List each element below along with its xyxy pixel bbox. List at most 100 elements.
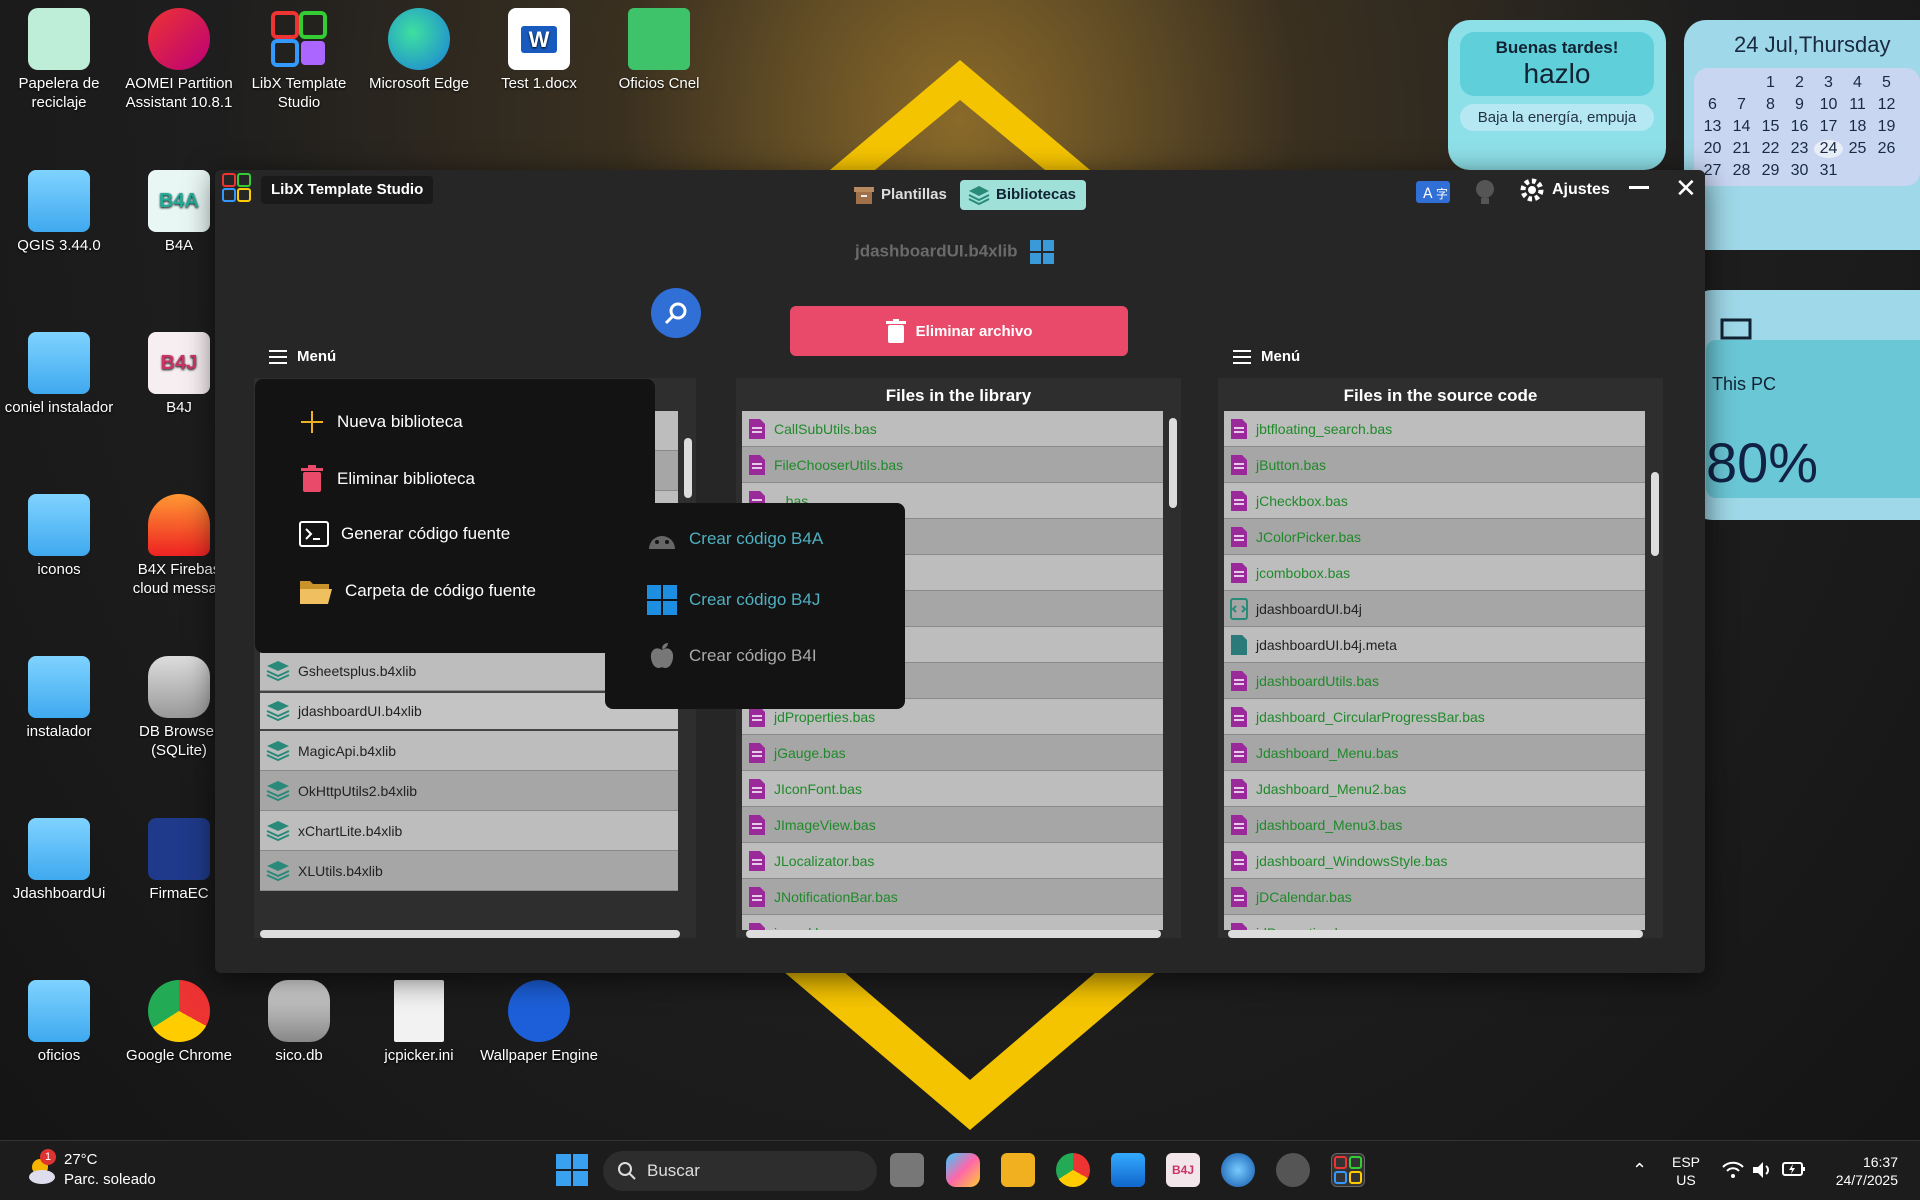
source-file-row[interactable]: jcombobox.bas — [1224, 555, 1645, 591]
calendar-day[interactable]: 12 — [1872, 96, 1901, 114]
library-list-vertical-scrollbar[interactable] — [684, 438, 692, 498]
taskbar-search[interactable]: Buscar — [603, 1151, 877, 1191]
library-row[interactable]: xChartLite.b4xlib — [260, 811, 678, 851]
desktop-icon-iconos[interactable]: iconos — [0, 494, 118, 579]
submenu-item-crear-b4j[interactable]: Crear código B4J — [647, 585, 820, 615]
desktop-icon-jcpicker-ini[interactable]: jcpicker.ini — [360, 980, 478, 1065]
library-file-row[interactable]: CallSubUtils.bas — [742, 411, 1163, 447]
library-file-row[interactable]: FileChooserUtils.bas — [742, 447, 1163, 483]
library-files-horizontal-scrollbar[interactable] — [746, 930, 1161, 938]
calendar-day[interactable]: 6 — [1698, 96, 1727, 114]
search-button[interactable] — [651, 288, 701, 338]
source-file-row[interactable]: Jdashboard_Menu2.bas — [1224, 771, 1645, 807]
desktop-icon-sico-db[interactable]: sico.db — [240, 980, 358, 1065]
tab-bibliotecas[interactable]: Bibliotecas — [960, 180, 1087, 210]
calendar-day[interactable]: 21 — [1727, 140, 1756, 158]
calendar-day[interactable]: 31 — [1814, 162, 1843, 180]
calendar-day[interactable]: 14 — [1727, 118, 1756, 136]
source-file-row[interactable]: Jdashboard_Menu.bas — [1224, 735, 1645, 771]
source-file-row[interactable]: jdashboardUI.b4j — [1224, 591, 1645, 627]
this-pc-widget[interactable]: This PC 80% — [1690, 290, 1920, 520]
desktop-icon-word-doc[interactable]: W Test 1.docx — [480, 8, 598, 93]
desktop-icon-coniel-instalador[interactable]: coniel instalador — [0, 332, 118, 417]
menu-item-nueva-biblioteca[interactable]: Nueva biblioteca — [299, 409, 463, 435]
source-file-row[interactable]: jdProperties.bas — [1224, 915, 1645, 930]
calendar-day[interactable]: 11 — [1843, 96, 1872, 114]
desktop-icon-libx[interactable]: LibX Template Studio — [240, 8, 358, 112]
input-language[interactable]: ESP US — [1672, 1153, 1700, 1189]
wifi-icon[interactable] — [1722, 1161, 1744, 1179]
clock[interactable]: 16:37 24/7/2025 — [1822, 1153, 1898, 1189]
source-file-row[interactable]: jdashboard_Menu3.bas — [1224, 807, 1645, 843]
motivation-widget[interactable]: Buenas tardes! hazlo Baja la energía, em… — [1448, 20, 1666, 170]
calendar-day[interactable]: 13 — [1698, 118, 1727, 136]
calendar-day[interactable] — [1727, 74, 1756, 92]
calendar-day[interactable]: 8 — [1756, 96, 1785, 114]
desktop-icon-instalador[interactable]: instalador — [0, 656, 118, 741]
library-row[interactable]: OkHttpUtils2.b4xlib — [260, 771, 678, 811]
calendar-day[interactable]: 17 — [1814, 118, 1843, 136]
lightbulb-icon[interactable] — [1473, 178, 1497, 208]
calendar-day[interactable]: 16 — [1785, 118, 1814, 136]
delete-file-button[interactable]: Eliminar archivo — [790, 306, 1128, 356]
desktop-icon-edge[interactable]: Microsoft Edge — [360, 8, 478, 93]
source-file-row[interactable]: jdashboard_WindowsStyle.bas — [1224, 843, 1645, 879]
libx-taskbar-icon[interactable] — [1331, 1153, 1365, 1187]
calendar-day[interactable]: 9 — [1785, 96, 1814, 114]
desktop-icon-oficios[interactable]: oficios — [0, 980, 118, 1065]
web-browser-icon[interactable] — [1221, 1153, 1255, 1187]
desktop-icon-jdashboardui[interactable]: JdashboardUi — [0, 818, 118, 903]
task-view-icon[interactable] — [890, 1153, 924, 1187]
title-bar[interactable]: LibX Template Studio Plantillas Bibliote… — [215, 170, 1705, 210]
tab-plantillas[interactable]: Plantillas — [845, 180, 957, 210]
battery-charging-icon[interactable] — [1782, 1159, 1806, 1179]
calendar-day[interactable]: 29 — [1756, 162, 1785, 180]
source-files-horizontal-scrollbar[interactable] — [1228, 930, 1643, 938]
calendar-day[interactable]: 1 — [1756, 74, 1785, 92]
calendar-day[interactable]: 20 — [1698, 140, 1727, 158]
source-file-row[interactable]: jdashboard_CircularProgressBar.bas — [1224, 699, 1645, 735]
calendar-day[interactable]: 19 — [1872, 118, 1901, 136]
library-row[interactable]: XLUtils.b4xlib — [260, 851, 678, 891]
minimize-button[interactable] — [1629, 186, 1649, 189]
desktop-icon-recycle-bin[interactable]: Papelera de reciclaje — [0, 8, 118, 112]
submenu-item-crear-b4a[interactable]: Crear código B4A — [647, 529, 823, 549]
chrome-icon[interactable] — [1056, 1153, 1090, 1187]
close-button[interactable]: ✕ — [1675, 174, 1697, 202]
microsoft-store-icon[interactable] — [1111, 1153, 1145, 1187]
library-menu-button[interactable]: Menú — [269, 348, 336, 365]
calendar-widget[interactable]: 24 Jul,Thursday 1 2 3 4 5 6 7 8 9 10 11 12 13 14 15 16 1… — [1684, 20, 1920, 250]
desktop-icon-oficios-cnel[interactable]: Oficios Cnel — [600, 8, 718, 93]
submenu-item-crear-b4i[interactable]: Crear código B4I — [647, 641, 817, 671]
calendar-day[interactable]: 5 — [1872, 74, 1901, 92]
source-file-row[interactable]: jCheckbox.bas — [1224, 483, 1645, 519]
copilot-icon[interactable] — [946, 1153, 980, 1187]
desktop-icon-wallpaper-engine[interactable]: Wallpaper Engine — [480, 980, 598, 1065]
calendar-day[interactable]: 7 — [1727, 96, 1756, 114]
library-file-row[interactable]: jGauge.bas — [742, 735, 1163, 771]
calendar-day[interactable]: 26 — [1872, 140, 1901, 158]
library-file-row[interactable]: JNotificationBar.bas — [742, 879, 1163, 915]
menu-item-eliminar-biblioteca[interactable]: Eliminar biblioteca — [299, 465, 475, 493]
file-explorer-icon[interactable] — [1001, 1153, 1035, 1187]
menu-item-carpeta-codigo[interactable]: Carpeta de código fuente — [299, 577, 536, 605]
settings-button[interactable]: Ajustes — [1518, 176, 1610, 204]
library-row[interactable]: MagicApi.b4xlib — [260, 731, 678, 771]
calendar-day[interactable]: 25 — [1843, 140, 1872, 158]
source-file-row[interactable]: JColorPicker.bas — [1224, 519, 1645, 555]
calendar-day[interactable]: 3 — [1814, 74, 1843, 92]
source-files-list[interactable]: jbtfloating_search.bas jButton.bas jCheckb… — [1224, 411, 1645, 930]
library-file-row[interactable]: JIconFont.bas — [742, 771, 1163, 807]
library-file-row[interactable]: JImageView.bas — [742, 807, 1163, 843]
volume-icon[interactable] — [1752, 1161, 1772, 1179]
calendar-day[interactable]: 28 — [1727, 162, 1756, 180]
source-file-row[interactable]: jdashboardUI.b4j.meta — [1224, 627, 1645, 663]
show-hidden-icons-chevron-up-icon[interactable]: ⌃ — [1632, 1161, 1647, 1179]
calendar-day[interactable]: 23 — [1785, 140, 1814, 158]
desktop-icon-aomei[interactable]: AOMEI Partition Assistant 10.8.1 — [120, 8, 238, 112]
b4j-taskbar-icon[interactable]: B4J — [1166, 1153, 1200, 1187]
settings-icon[interactable] — [1276, 1153, 1310, 1187]
calendar-day[interactable]: 10 — [1814, 96, 1843, 114]
calendar-day[interactable]: 2 — [1785, 74, 1814, 92]
calendar-day[interactable]: 30 — [1785, 162, 1814, 180]
